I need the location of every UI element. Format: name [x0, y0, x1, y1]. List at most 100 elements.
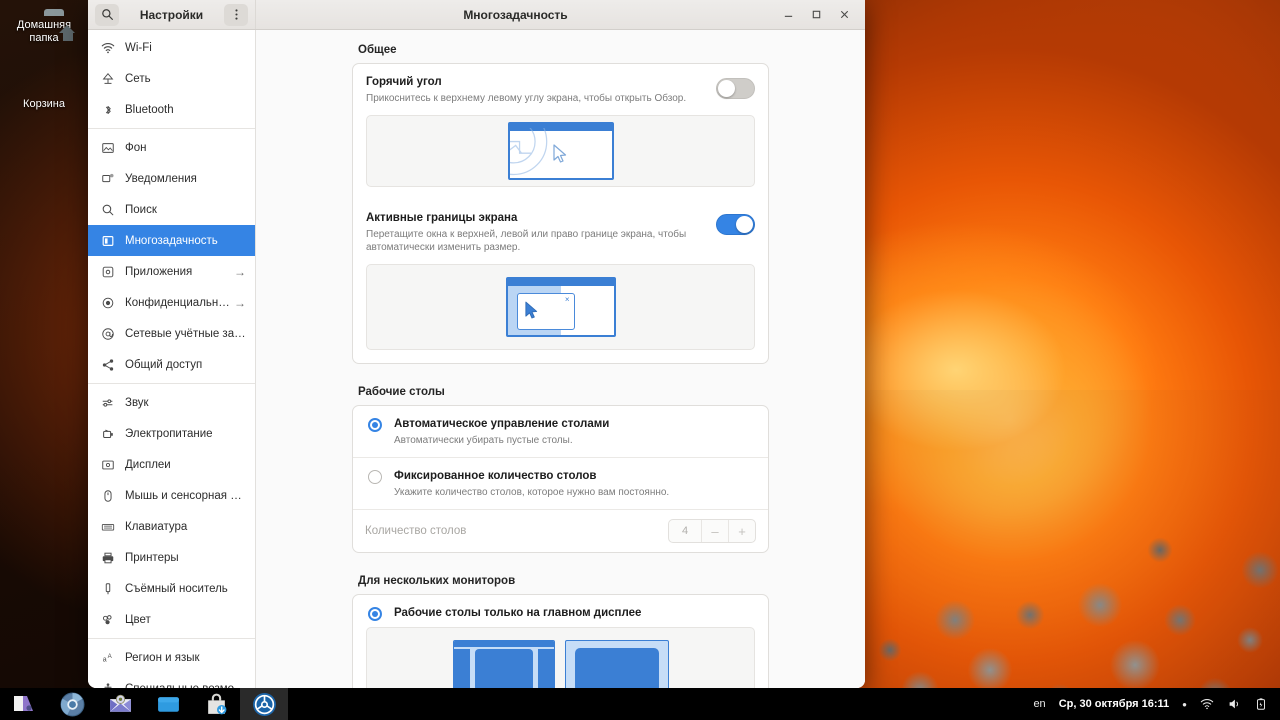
taskbar-app-settings[interactable] [240, 688, 288, 720]
clock[interactable]: Ср, 30 октября 16:11 [1059, 698, 1169, 710]
maximize-button[interactable] [803, 3, 829, 27]
close-icon [839, 9, 850, 20]
removable-media-icon [99, 582, 116, 596]
sidebar-item-online-accounts[interactable]: Сетевые учётные записи [88, 318, 255, 349]
taskbar-app-mail-client[interactable] [96, 688, 144, 720]
wifi-icon [99, 41, 116, 55]
search-icon [99, 203, 116, 217]
sidebar-item-label: Wi-Fi [125, 42, 246, 54]
primary-monitor-illustration [453, 640, 555, 689]
sidebar-item-label: Общий доступ [125, 359, 246, 371]
sidebar-item-printers[interactable]: Принтеры [88, 542, 255, 573]
window-controls [775, 3, 865, 27]
chevron-right-icon: → [234, 296, 246, 310]
sidebar-item-mouse-touchpad[interactable]: Мышь и сенсорная панель [88, 480, 255, 511]
privacy-icon [99, 296, 116, 310]
active-edges-toggle[interactable] [716, 214, 755, 235]
workspace-count-spinner[interactable]: 4 – + [668, 519, 756, 543]
sidebar-item-label: Уведомления [125, 173, 246, 185]
power-icon [99, 427, 116, 441]
search-button[interactable] [95, 4, 119, 26]
minimize-button[interactable] [775, 3, 801, 27]
secondary-monitor-illustration [565, 640, 669, 689]
sidebar-item-accessibility[interactable]: Специальные возможности [88, 673, 255, 688]
main-menu-button[interactable] [224, 4, 248, 26]
chromium-browser-icon [60, 692, 85, 717]
workspace-option-subtitle: Укажите количество столов, которое нужно… [394, 486, 741, 499]
taskbar-apps [0, 688, 288, 720]
window-titlebar[interactable]: Настройки Многозадачность [88, 0, 865, 30]
workspace-count-label: Количество столов [365, 525, 466, 537]
close-button[interactable] [831, 3, 857, 27]
radio-button[interactable] [368, 470, 382, 484]
hot-corner-monitor-illustration [508, 122, 614, 180]
sidebar-item-multitasking[interactable]: Многозадачность [88, 225, 255, 256]
sidebar-item-notifications[interactable]: Уведомления [88, 163, 255, 194]
settings-content: Общее Горячий угол Прикоснитесь к верхне… [256, 30, 865, 688]
keyboard-layout-indicator[interactable]: en [1033, 698, 1045, 710]
sidebar-item-label: Клавиатура [125, 521, 246, 533]
sidebar-item-applications[interactable]: Приложения → [88, 256, 255, 287]
workspace-option-title: Фиксированное количество столов [394, 469, 741, 484]
wallpaper-icon [99, 141, 116, 155]
maximize-icon [811, 9, 822, 20]
desktop-icon-trash-label: Корзина [23, 98, 65, 110]
sidebar-item-color[interactable]: Цвет [88, 604, 255, 635]
mouse-cursor-icon [552, 144, 568, 164]
sidebar-item-removable-media[interactable]: Съёмный носитель [88, 573, 255, 604]
sidebar-item-network[interactable]: Сеть [88, 63, 255, 94]
volume-icon[interactable] [1227, 697, 1241, 711]
sidebar-item-bluetooth[interactable]: Bluetooth [88, 94, 255, 125]
workspace-count-value[interactable]: 4 [669, 520, 701, 542]
sidebar-divider [88, 638, 255, 639]
active-edges-preview: × [366, 264, 755, 350]
multi-monitor-option-primary-only[interactable]: Рабочие столы только на главном дисплее [353, 595, 768, 627]
wifi-icon[interactable] [1200, 697, 1214, 711]
group-title-multi-monitor: Для нескольких мониторов [358, 575, 769, 587]
network-icon [99, 72, 116, 86]
taskbar: en Ср, 30 октября 16:11 ● [0, 688, 1280, 720]
notification-dot-icon[interactable]: ● [1182, 700, 1187, 709]
active-edges-title: Активные границы экрана [366, 211, 702, 226]
workspace-option-fixed[interactable]: Фиксированное количество столов Укажите … [353, 457, 768, 509]
taskbar-app-software-center[interactable] [192, 688, 240, 720]
group-title-workspaces: Рабочие столы [358, 386, 769, 398]
kebab-menu-icon [230, 8, 243, 21]
sidebar-item-sound[interactable]: Звук [88, 387, 255, 418]
sidebar-item-privacy[interactable]: Конфиденциальность → [88, 287, 255, 318]
sidebar-divider [88, 383, 255, 384]
mouse-cursor-icon [524, 301, 539, 320]
sidebar-item-wifi[interactable]: Wi-Fi [88, 32, 255, 63]
sidebar-item-power[interactable]: Электропитание [88, 418, 255, 449]
radio-button[interactable] [368, 607, 382, 621]
sidebar-item-label: Звук [125, 397, 246, 409]
settings-sidebar[interactable]: Wi-Fi Сеть Bluetooth [88, 30, 256, 688]
radio-button[interactable] [368, 418, 382, 432]
hot-corner-toggle[interactable] [716, 78, 755, 99]
taskbar-app-file-browser[interactable] [144, 688, 192, 720]
workspace-count-decrement[interactable]: – [701, 520, 728, 542]
settings-window: Настройки Многозадачность [88, 0, 865, 688]
sidebar-item-label: Конфиденциальность [125, 297, 230, 309]
hot-corner-title: Горячий угол [366, 75, 702, 90]
sidebar-item-keyboard[interactable]: Клавиатура [88, 511, 255, 542]
general-card: Горячий угол Прикоснитесь к верхнему лев… [352, 63, 769, 364]
sidebar-item-label: Регион и язык [125, 652, 246, 664]
multitasking-icon [99, 234, 116, 248]
workspace-option-dynamic[interactable]: Автоматическое управление столами Автома… [353, 406, 768, 457]
sidebar-item-search[interactable]: Поиск [88, 194, 255, 225]
desktop-icon-trash[interactable]: Корзина [2, 93, 86, 111]
battery-icon[interactable] [1254, 697, 1268, 711]
workspace-count-increment[interactable]: + [728, 520, 755, 542]
sidebar-item-sharing[interactable]: Общий доступ [88, 349, 255, 380]
taskbar-app-chromium-browser[interactable] [48, 688, 96, 720]
sidebar-item-label: Многозадачность [125, 235, 246, 247]
desktop-icon-home-folder[interactable]: Домашняя папка [2, 14, 86, 45]
sidebar-item-region-language[interactable]: aA Регион и язык [88, 642, 255, 673]
taskbar-app-files-manager[interactable] [0, 688, 48, 720]
sidebar-item-label: Приложения [125, 266, 230, 278]
file-browser-icon [156, 692, 181, 717]
sidebar-item-background[interactable]: Фон [88, 132, 255, 163]
svg-text:a: a [102, 656, 106, 663]
sidebar-item-displays[interactable]: Дисплеи [88, 449, 255, 480]
